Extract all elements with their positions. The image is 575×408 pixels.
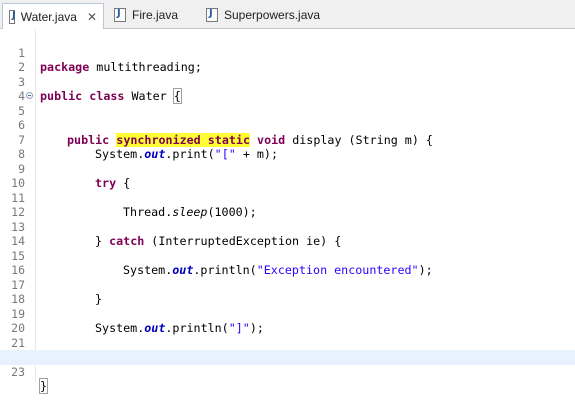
code-line-12[interactable]: 12 bbox=[0, 191, 575, 219]
tab-superpowers-java[interactable]: J Superpowers.java bbox=[200, 3, 330, 27]
code-line-17[interactable]: 17 } bbox=[0, 263, 575, 307]
code-line-5[interactable]: 5 public synchronized static void displa… bbox=[0, 89, 575, 147]
tab-fire-java[interactable]: J Fire.java bbox=[108, 3, 193, 27]
tab-label: Fire.java bbox=[132, 8, 179, 22]
code-line-11[interactable]: 11 Thread.sleep(1000); bbox=[0, 176, 575, 220]
text-caret bbox=[47, 380, 49, 394]
code-line-7[interactable]: 7 System.out.print("[" + m); bbox=[0, 118, 575, 162]
java-file-icon: J bbox=[114, 8, 126, 22]
editor-tab-bar: J Water.java ✕ J Fire.java J Superpowers… bbox=[0, 0, 575, 29]
code-line-21[interactable]: 21 } bbox=[0, 321, 575, 365]
fold-collapse-icon[interactable] bbox=[26, 92, 33, 99]
code-line-9[interactable]: 9 try { bbox=[0, 147, 575, 191]
line-number: 23 bbox=[11, 364, 25, 379]
code-line-2[interactable]: 2 bbox=[0, 46, 575, 74]
code-editor[interactable]: 1 package multithreading; 2 3 public cla… bbox=[0, 29, 575, 395]
code-line-8[interactable]: 8 bbox=[0, 133, 575, 161]
code-line-4[interactable]: 4 bbox=[0, 75, 575, 103]
code-line-16[interactable]: 16 bbox=[0, 249, 575, 277]
close-icon[interactable]: ✕ bbox=[87, 10, 97, 24]
code-line-6[interactable]: 6 bbox=[0, 104, 575, 132]
code-line-15[interactable]: 15 System.out.println("Exception encount… bbox=[0, 234, 575, 278]
matching-brace: } bbox=[38, 378, 49, 395]
code-line-20[interactable]: 20 bbox=[0, 307, 575, 335]
code-line-3[interactable]: 3 public class Water { bbox=[0, 60, 575, 105]
code-line-18[interactable]: 18 bbox=[0, 278, 575, 306]
tab-water-java[interactable]: J Water.java ✕ bbox=[2, 3, 104, 29]
code-line-10[interactable]: 10 bbox=[0, 162, 575, 190]
code-line-22[interactable]: 22 bbox=[0, 336, 575, 364]
code-line-1[interactable]: 1 package multithreading; bbox=[0, 31, 575, 75]
code-line-23[interactable]: 23 } bbox=[0, 350, 575, 395]
tab-label: Water.java bbox=[20, 9, 77, 24]
code-line-13[interactable]: 13 } catch (InterruptedException ie) { bbox=[0, 205, 575, 249]
java-file-icon: J bbox=[9, 9, 16, 24]
tab-label: Superpowers.java bbox=[224, 8, 321, 22]
java-file-icon: J bbox=[206, 8, 218, 22]
code-line-14[interactable]: 14 bbox=[0, 220, 575, 248]
code-line-19[interactable]: 19 System.out.println("]"); bbox=[0, 292, 575, 336]
